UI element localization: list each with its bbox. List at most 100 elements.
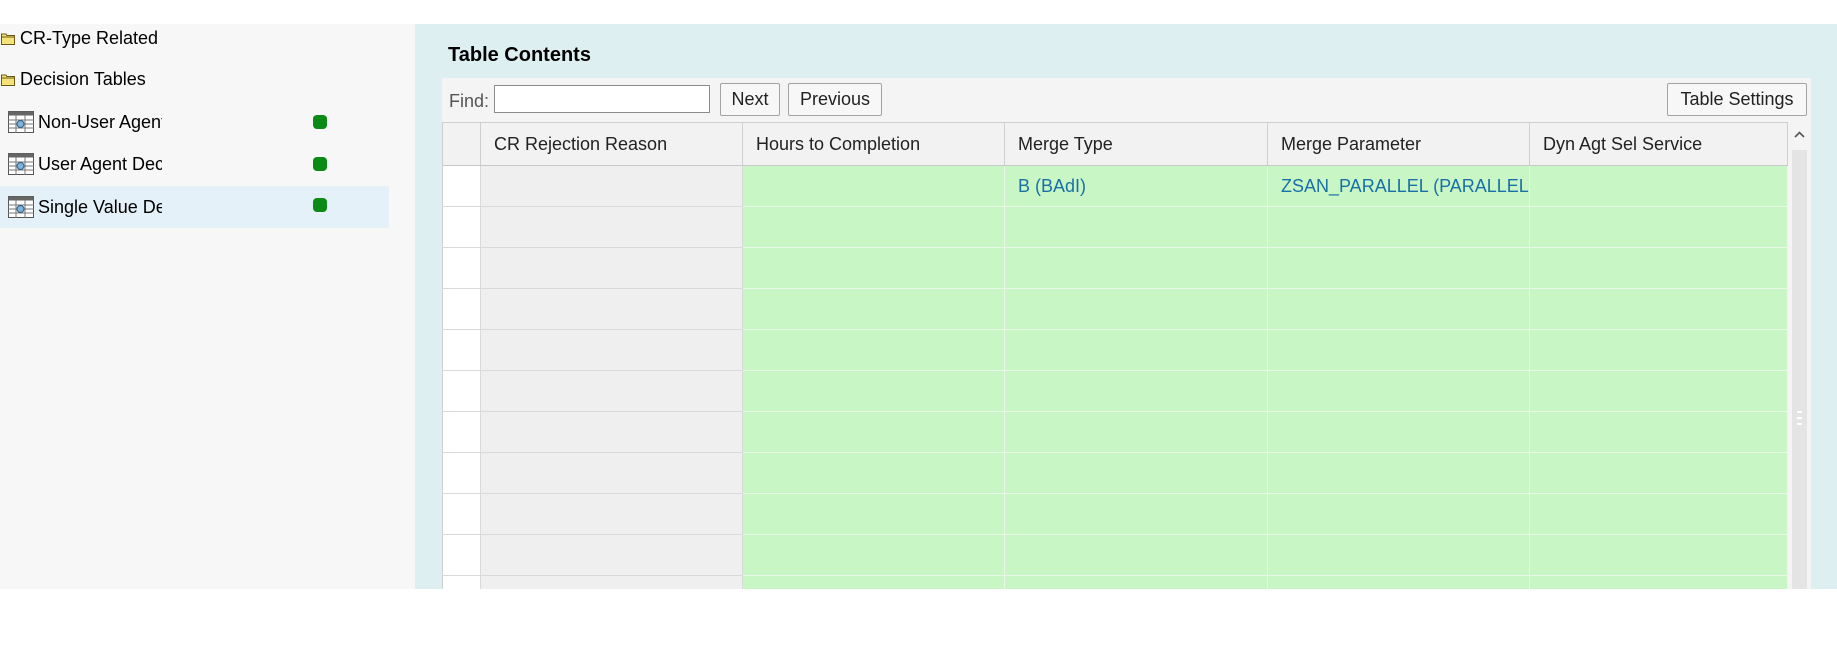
row-selector[interactable] xyxy=(442,412,481,453)
panel-title: Table Contents xyxy=(448,44,591,66)
table-cell[interactable]: B (BAdI) xyxy=(1005,166,1268,207)
table-cell[interactable] xyxy=(1530,330,1788,371)
table-cell[interactable] xyxy=(481,494,743,535)
next-button[interactable]: Next xyxy=(720,83,780,116)
table-row[interactable] xyxy=(442,576,1788,589)
table-cell[interactable] xyxy=(1530,412,1788,453)
table-cell[interactable] xyxy=(1268,576,1530,589)
tree-item-label: Non-User Agent Decision Table xyxy=(38,111,162,132)
tree-item-cr-type-related[interactable]: CR-Type Related xyxy=(0,17,160,59)
table-cell[interactable] xyxy=(1530,576,1788,589)
table-cell[interactable] xyxy=(1530,371,1788,412)
decision-table-icon xyxy=(8,196,34,218)
row-selector[interactable] xyxy=(442,166,481,207)
row-selector[interactable] xyxy=(442,371,481,412)
tree-item-user-agent-table[interactable]: User Agent Decision Table xyxy=(0,143,327,185)
table-cell[interactable] xyxy=(743,166,1005,207)
scrollbar-track[interactable] xyxy=(1792,150,1807,589)
row-selector[interactable] xyxy=(442,289,481,330)
table-cell[interactable] xyxy=(743,330,1005,371)
table-cell[interactable] xyxy=(1005,494,1268,535)
table-cell[interactable] xyxy=(1268,412,1530,453)
table-cell[interactable] xyxy=(481,330,743,371)
table-row[interactable] xyxy=(442,248,1788,289)
table-cell[interactable] xyxy=(1268,289,1530,330)
table-cell[interactable] xyxy=(481,289,743,330)
row-selector[interactable] xyxy=(442,207,481,248)
vertical-scrollbar[interactable] xyxy=(1788,122,1811,589)
table-cell[interactable] xyxy=(743,453,1005,494)
table-cell[interactable] xyxy=(1530,207,1788,248)
table-cell[interactable] xyxy=(1268,371,1530,412)
table-cell[interactable] xyxy=(1268,330,1530,371)
table-cell[interactable] xyxy=(1530,453,1788,494)
table-row[interactable] xyxy=(442,330,1788,371)
table-cell[interactable] xyxy=(743,535,1005,576)
column-header[interactable]: Hours to Completion xyxy=(743,123,1005,165)
table-cell[interactable] xyxy=(743,412,1005,453)
previous-button[interactable]: Previous xyxy=(788,83,882,116)
row-selector[interactable] xyxy=(442,494,481,535)
table-row[interactable]: B (BAdI) ZSAN_PARALLEL (PARALLEL) xyxy=(442,166,1788,207)
select-all-header[interactable] xyxy=(442,123,481,165)
scroll-up-icon[interactable] xyxy=(1793,128,1806,142)
table-cell[interactable] xyxy=(1005,289,1268,330)
table-cell[interactable] xyxy=(481,412,743,453)
table-cell[interactable] xyxy=(1005,576,1268,589)
column-header[interactable]: Merge Type xyxy=(1005,123,1268,165)
table-cell[interactable] xyxy=(743,248,1005,289)
row-selector[interactable] xyxy=(442,248,481,289)
column-header[interactable]: Dyn Agt Sel Service xyxy=(1530,123,1788,165)
find-input[interactable] xyxy=(494,85,710,113)
table-cell[interactable] xyxy=(481,166,743,207)
table-cell[interactable] xyxy=(743,371,1005,412)
table-cell[interactable] xyxy=(481,453,743,494)
table-cell[interactable] xyxy=(481,535,743,576)
table-cell[interactable] xyxy=(743,494,1005,535)
table-cell[interactable] xyxy=(1268,494,1530,535)
column-header[interactable]: CR Rejection Reason xyxy=(481,123,743,165)
table-cell[interactable] xyxy=(1268,535,1530,576)
table-cell[interactable] xyxy=(1005,412,1268,453)
table-row[interactable] xyxy=(442,289,1788,330)
table-row[interactable] xyxy=(442,535,1788,576)
table-cell[interactable] xyxy=(1268,207,1530,248)
row-selector[interactable] xyxy=(442,576,481,589)
tree-item-non-user-agent-table[interactable]: Non-User Agent Decision Table xyxy=(0,101,327,143)
table-row[interactable] xyxy=(442,494,1788,535)
table-cell[interactable] xyxy=(1005,371,1268,412)
row-selector[interactable] xyxy=(442,453,481,494)
table-cell[interactable]: ZSAN_PARALLEL (PARALLEL) xyxy=(1268,166,1530,207)
table-cell[interactable] xyxy=(1530,166,1788,207)
table-cell[interactable] xyxy=(1005,248,1268,289)
table-cell[interactable] xyxy=(1530,289,1788,330)
table-cell[interactable] xyxy=(1005,535,1268,576)
table-cell[interactable] xyxy=(1268,248,1530,289)
table-cell[interactable] xyxy=(743,576,1005,589)
table-row[interactable] xyxy=(442,207,1788,248)
row-selector[interactable] xyxy=(442,535,481,576)
table-cell[interactable] xyxy=(481,248,743,289)
tree-item-label: Decision Tables xyxy=(20,68,146,89)
table-cell[interactable] xyxy=(1005,330,1268,371)
row-selector[interactable] xyxy=(442,330,481,371)
table-row[interactable] xyxy=(442,453,1788,494)
column-header[interactable]: Merge Parameter xyxy=(1268,123,1530,165)
scroll-grip-icon[interactable] xyxy=(1793,409,1806,427)
table-cell[interactable] xyxy=(743,207,1005,248)
table-settings-button[interactable]: Table Settings xyxy=(1667,83,1807,116)
table-cell[interactable] xyxy=(1268,453,1530,494)
table-row[interactable] xyxy=(442,412,1788,453)
table-cell[interactable] xyxy=(1005,453,1268,494)
table-cell[interactable] xyxy=(1530,248,1788,289)
table-cell[interactable] xyxy=(1530,494,1788,535)
table-cell[interactable] xyxy=(481,207,743,248)
tree-item-decision-tables[interactable]: Decision Tables xyxy=(0,58,160,100)
table-cell[interactable] xyxy=(481,576,743,589)
table-row[interactable] xyxy=(442,371,1788,412)
table-cell[interactable] xyxy=(1005,207,1268,248)
table-cell[interactable] xyxy=(743,289,1005,330)
table-cell[interactable] xyxy=(481,371,743,412)
table-cell[interactable] xyxy=(1530,535,1788,576)
tree-item-single-value-table[interactable]: Single Value Decision Table xyxy=(0,186,389,228)
